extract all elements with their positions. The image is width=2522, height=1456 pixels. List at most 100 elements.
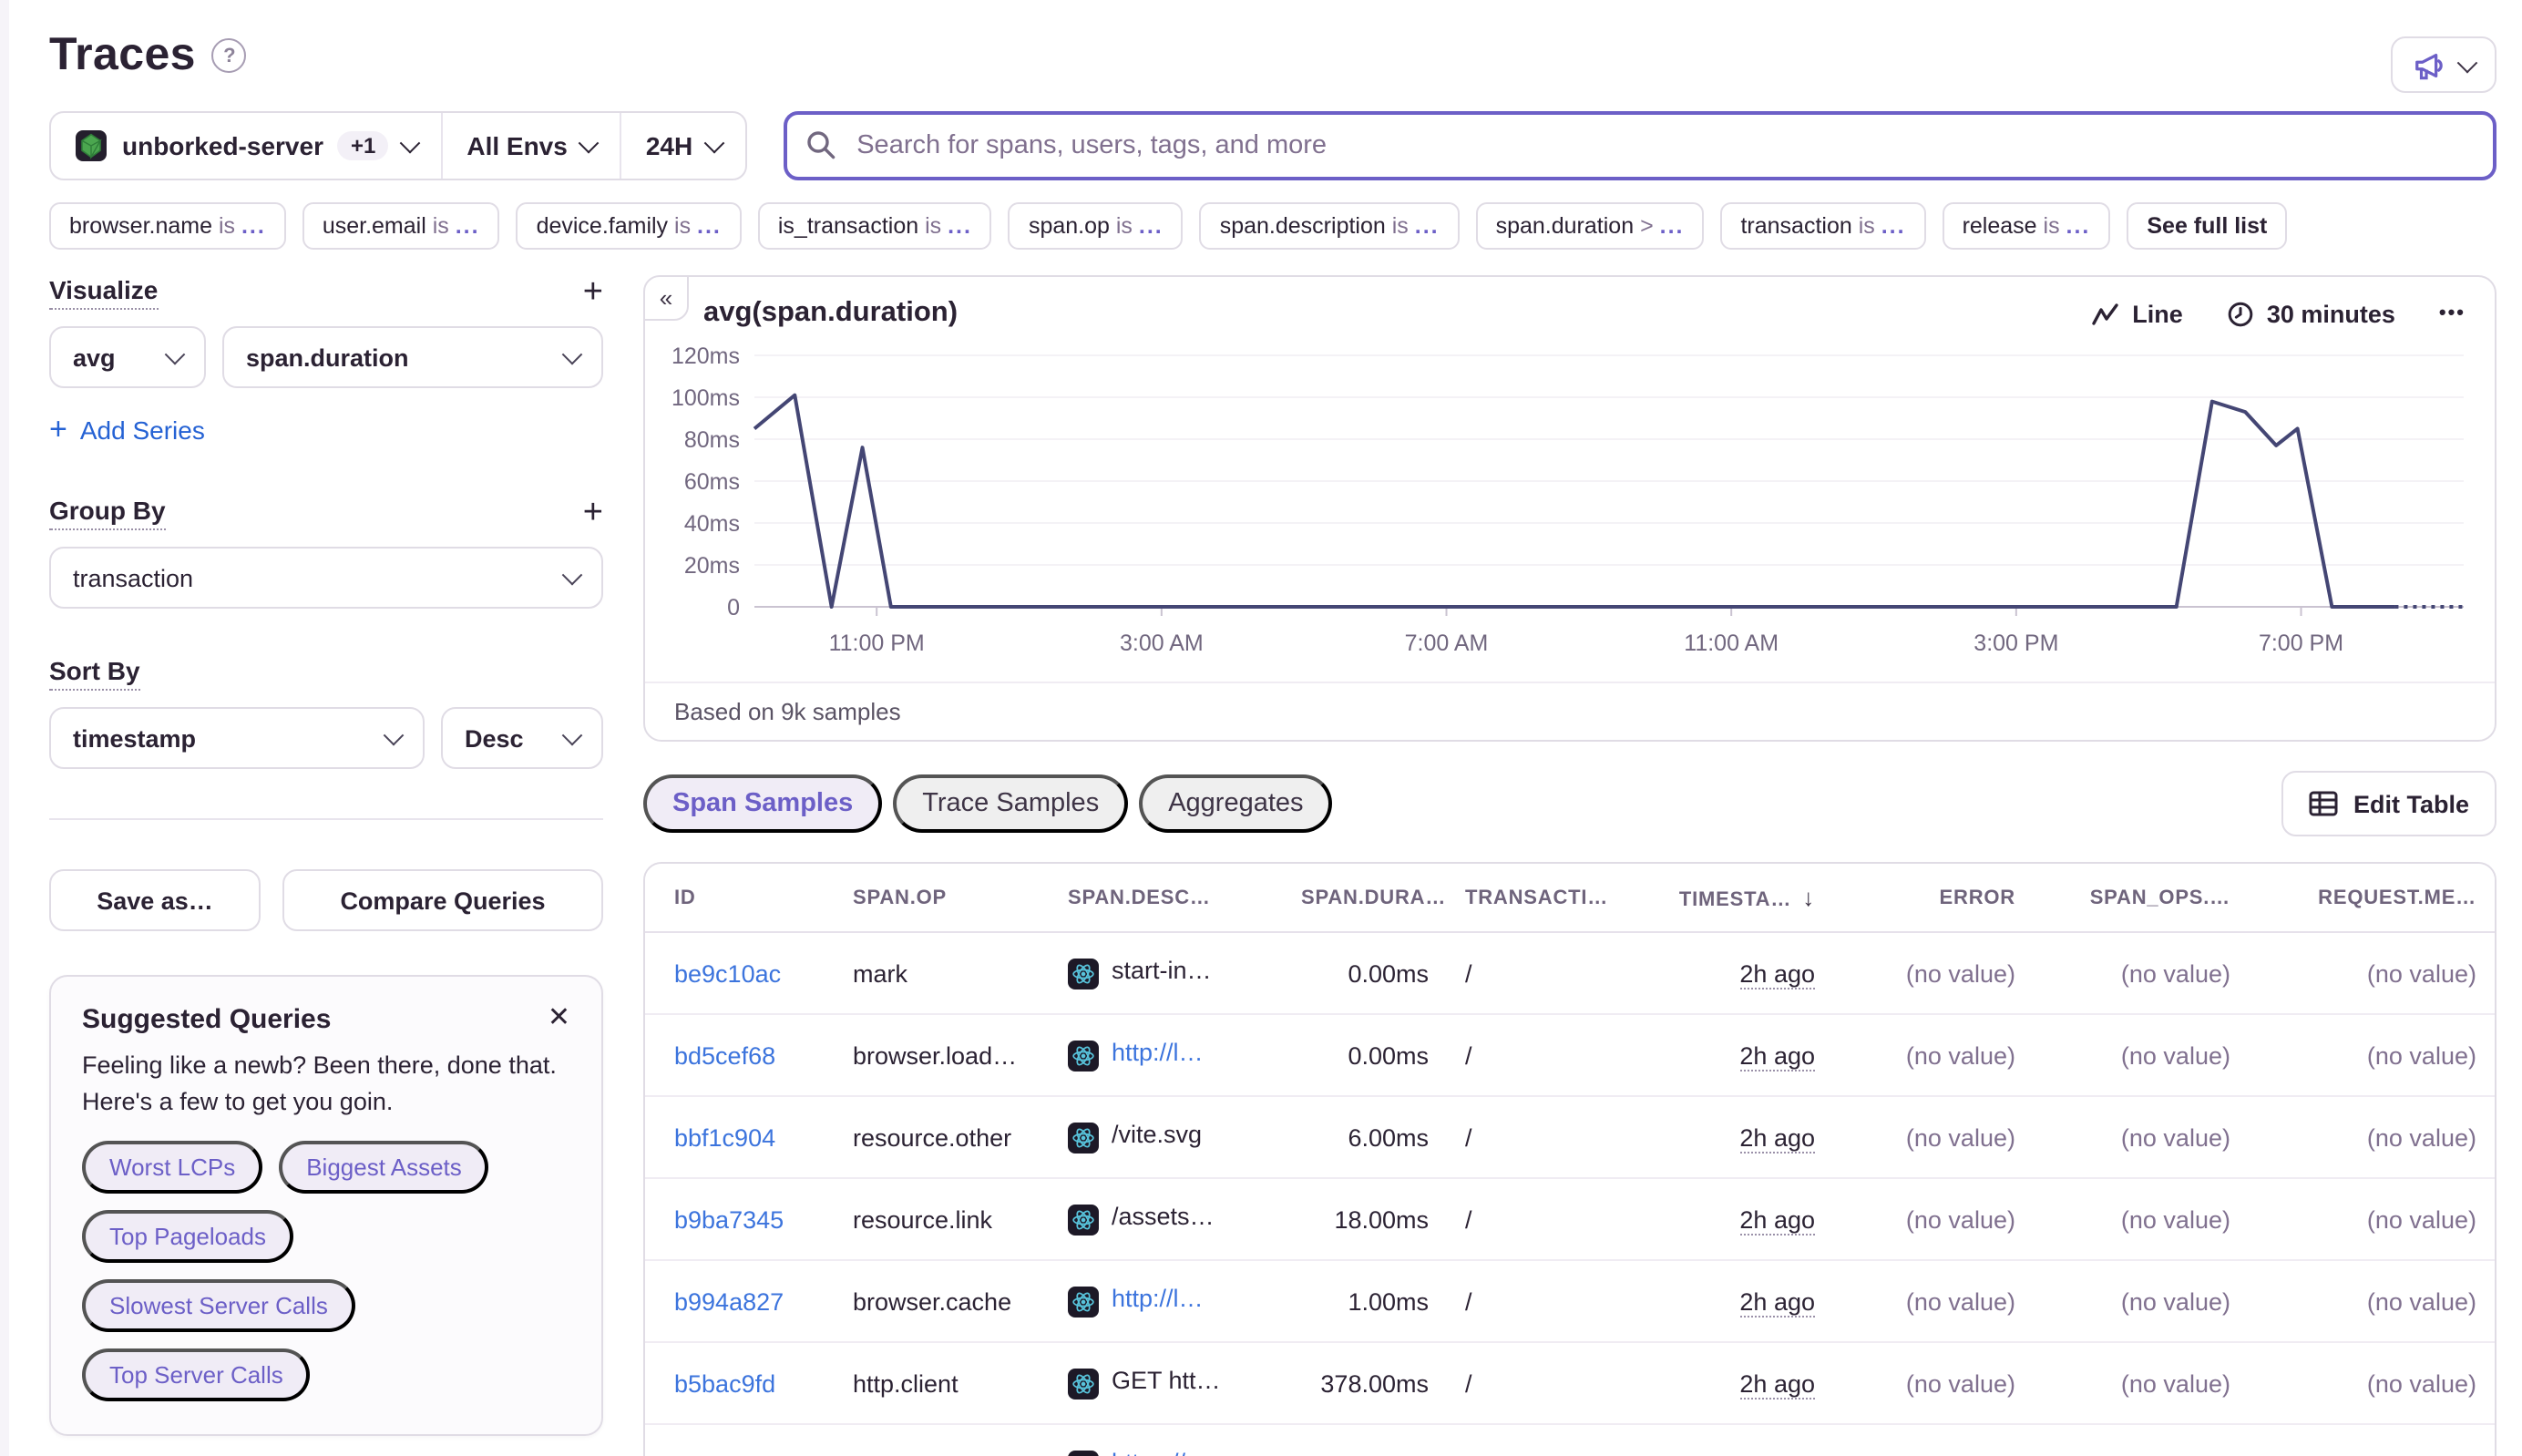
filter-chip[interactable]: user.email is ... [302, 202, 500, 250]
column-header-timesta[interactable]: TIMESTA…↓ [1651, 864, 1833, 932]
timestamp-value[interactable]: 2h ago [1739, 1369, 1815, 1399]
add-visualize-button[interactable]: + [583, 280, 603, 305]
svg-text:20ms: 20ms [684, 553, 740, 579]
suggested-query-pill[interactable]: Top Pageloads [82, 1210, 293, 1263]
feedback-button[interactable] [2391, 36, 2496, 93]
cell-error: (no value) [1833, 1014, 2034, 1096]
timestamp-value[interactable]: 2h ago [1739, 1041, 1815, 1071]
cell-timestamp: 2h ago [1651, 1014, 1833, 1096]
chart-title: avg(span.duration) [703, 297, 958, 330]
suggested-query-pill[interactable]: Top Server Calls [82, 1348, 311, 1401]
tab-trace-samples[interactable]: Trace Samples [893, 774, 1128, 833]
filter-chip[interactable]: device.family is ... [517, 202, 742, 250]
help-icon[interactable]: ? [212, 38, 247, 73]
chip-value: ... [1881, 213, 1906, 239]
column-header-span-dura[interactable]: SPAN.DURA… [1283, 864, 1447, 932]
span-id-link[interactable]: bbf1c904 [674, 1123, 775, 1151]
see-full-list-button[interactable]: See full list [2127, 202, 2287, 250]
span-description-text[interactable]: http://l… [1112, 1285, 1204, 1312]
compare-queries-button[interactable]: Compare Queries [282, 869, 603, 931]
span-description-text[interactable]: http://l… [1112, 1039, 1204, 1066]
chart-menu-button[interactable]: ••• [2439, 302, 2466, 324]
cell-error: (no value) [1833, 1260, 2034, 1342]
project-name: unborked-server [122, 131, 323, 160]
column-label: SPAN.DESC… [1068, 887, 1211, 908]
chip-operator: is [1859, 213, 1881, 239]
column-header-error[interactable]: ERROR [1833, 864, 2034, 932]
column-header-span-desc[interactable]: SPAN.DESC… [1050, 864, 1283, 932]
visualize-field-select[interactable]: span.duration [222, 326, 603, 388]
filter-chip[interactable]: transaction is ... [1720, 202, 1925, 250]
time-range-picker[interactable]: 24H [620, 113, 745, 179]
span-id-link[interactable]: b994a827 [674, 1287, 784, 1315]
chip-value: ... [1139, 213, 1164, 239]
chip-operator: is [674, 213, 697, 239]
cell-error: (no value) [1833, 1424, 2034, 1456]
filter-chip[interactable]: browser.name is ... [49, 202, 286, 250]
add-series-label: Add Series [80, 415, 205, 445]
save-as-button[interactable]: Save as… [49, 869, 261, 931]
chart-type-control[interactable]: Line [2092, 300, 2183, 327]
cell-request-method: (no value) [2249, 1014, 2495, 1096]
add-series-button[interactable]: + Add Series [49, 412, 603, 448]
column-header-request-me[interactable]: REQUEST.ME… [2249, 864, 2495, 932]
collapse-sidebar-button[interactable]: « [643, 275, 689, 321]
tab-span-samples[interactable]: Span Samples [643, 774, 882, 833]
timestamp-value[interactable]: 2h ago [1739, 1123, 1815, 1153]
column-label: TIMESTA… [1679, 889, 1791, 911]
sort-field-select[interactable]: timestamp [49, 707, 425, 769]
filter-chip[interactable]: span.description is ... [1200, 202, 1460, 250]
edit-table-button[interactable]: Edit Table [2282, 771, 2496, 836]
span-id-link[interactable]: b9ba7345 [674, 1205, 784, 1233]
timestamp-value[interactable]: 2h ago [1739, 1205, 1815, 1235]
cell-request-method: (no value) [2249, 1178, 2495, 1260]
environment-label: All Envs [466, 131, 568, 160]
suggested-query-pill[interactable]: Slowest Server Calls [82, 1279, 355, 1332]
chip-field: transaction [1740, 213, 1858, 239]
filter-chip[interactable]: release is ... [1943, 202, 2111, 250]
span-description-text: GET htt… [1112, 1367, 1221, 1394]
suggested-query-pill[interactable]: Biggest Assets [279, 1141, 489, 1194]
column-header-span-op[interactable]: SPAN.OP [835, 864, 1050, 932]
span-description-text[interactable]: https://… [1112, 1449, 1210, 1456]
group-by-select[interactable]: transaction [49, 547, 603, 609]
cell-span-duration: 378.00ms [1283, 1342, 1447, 1424]
cell-span-duration: 0.00ms [1283, 1014, 1447, 1096]
search-bar [784, 111, 2496, 180]
filter-chip[interactable]: span.duration > ... [1476, 202, 1705, 250]
svg-text:60ms: 60ms [684, 469, 740, 495]
react-icon [1068, 1205, 1099, 1236]
filter-chip[interactable]: span.op is ... [1009, 202, 1184, 250]
tab-aggregates[interactable]: Aggregates [1139, 774, 1332, 833]
cell-span-id: b41bfb26 [645, 1424, 835, 1456]
sort-direction-select[interactable]: Desc [441, 707, 603, 769]
chart-panel: « avg(span.duration) Line [643, 275, 2496, 742]
timestamp-value[interactable]: 2h ago [1739, 1287, 1815, 1317]
chip-value: ... [1415, 213, 1440, 239]
span-id-link[interactable]: be9c10ac [674, 959, 781, 987]
column-header-transacti[interactable]: TRANSACTI… [1447, 864, 1651, 932]
svg-text:0: 0 [727, 595, 740, 620]
cell-span-op: resource.other [835, 1096, 1050, 1178]
cell-span-id: be9c10ac [645, 932, 835, 1014]
cell-span-duration: 1.00ms [1283, 1260, 1447, 1342]
timestamp-value[interactable]: 2h ago [1739, 959, 1815, 989]
project-picker[interactable]: unborked-server +1 [51, 113, 441, 179]
span-id-link[interactable]: b5bac9fd [674, 1369, 775, 1397]
filter-chip[interactable]: is_transaction is ... [758, 202, 992, 250]
close-icon[interactable]: ✕ [548, 1004, 570, 1031]
column-header-span-ops[interactable]: SPAN_OPS.… [2034, 864, 2249, 932]
search-input[interactable] [784, 111, 2496, 180]
span-id-link[interactable]: b41bfb26 [674, 1451, 777, 1456]
timestamp-value[interactable]: 2h ago [1739, 1451, 1815, 1456]
chip-operator: is [219, 213, 241, 239]
add-group-by-button[interactable]: + [583, 500, 603, 526]
suggested-query-pill[interactable]: Worst LCPs [82, 1141, 262, 1194]
chart-interval-control[interactable]: 30 minutes [2227, 300, 2395, 327]
span-id-link[interactable]: bd5cef68 [674, 1041, 775, 1069]
environment-picker[interactable]: All Envs [441, 113, 620, 179]
column-header-id[interactable]: ID [645, 864, 835, 932]
results-header: Span SamplesTrace SamplesAggregates Edit… [643, 771, 2496, 836]
chevron-down-icon [400, 133, 421, 154]
aggregate-select[interactable]: avg [49, 326, 206, 388]
